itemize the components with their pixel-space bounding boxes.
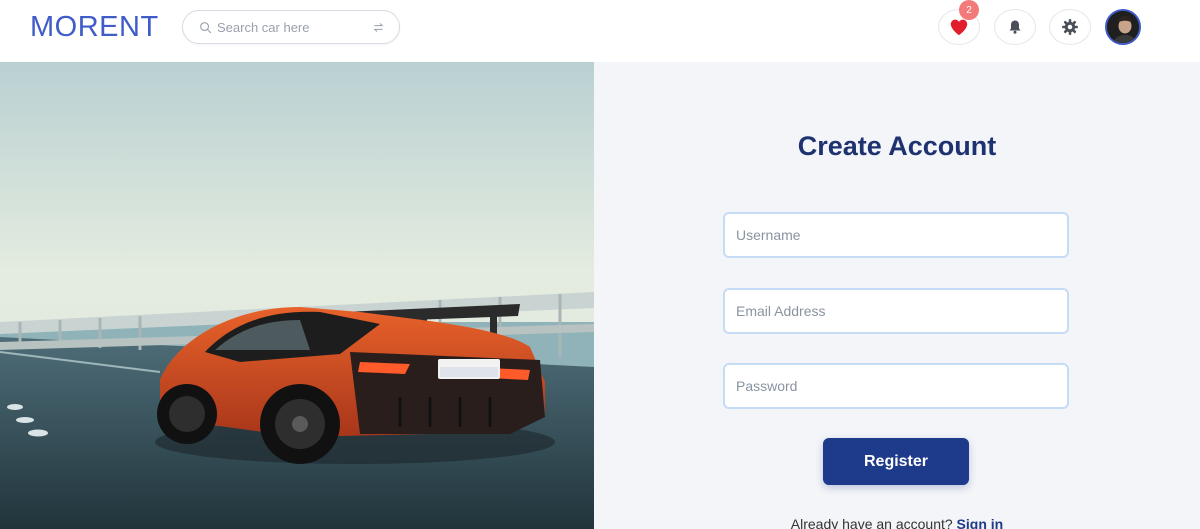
email-input[interactable] bbox=[725, 290, 1067, 332]
password-input[interactable] bbox=[725, 365, 1067, 407]
gear-icon bbox=[1062, 19, 1078, 35]
search-input[interactable] bbox=[217, 17, 367, 37]
profile-photo bbox=[1107, 11, 1139, 43]
swap-icon[interactable] bbox=[372, 21, 385, 34]
top-header: MORENT 2 bbox=[0, 0, 1200, 62]
heart-icon bbox=[950, 19, 968, 36]
signin-link[interactable]: Sign in bbox=[957, 516, 1004, 529]
form-title: Create Account bbox=[797, 131, 997, 161]
username-input[interactable] bbox=[725, 214, 1067, 256]
hero-car-image bbox=[0, 62, 594, 529]
email-field[interactable] bbox=[723, 288, 1069, 334]
bell-icon bbox=[1009, 20, 1021, 34]
search-bar[interactable] bbox=[182, 10, 400, 44]
settings-button[interactable] bbox=[1049, 9, 1091, 45]
register-panel: Create Account Register Already have an … bbox=[594, 62, 1200, 529]
brand-logo[interactable]: MORENT bbox=[30, 11, 159, 44]
register-button[interactable]: Register bbox=[823, 438, 969, 485]
signin-prompt: Already have an account? bbox=[790, 516, 953, 529]
notifications-button[interactable] bbox=[994, 9, 1036, 45]
username-field[interactable] bbox=[723, 212, 1069, 258]
favorites-count-badge: 2 bbox=[959, 0, 979, 20]
user-avatar[interactable] bbox=[1105, 9, 1141, 45]
password-field[interactable] bbox=[723, 363, 1069, 409]
search-icon bbox=[200, 22, 212, 34]
signin-row: Already have an account? Sign in bbox=[594, 516, 1200, 529]
